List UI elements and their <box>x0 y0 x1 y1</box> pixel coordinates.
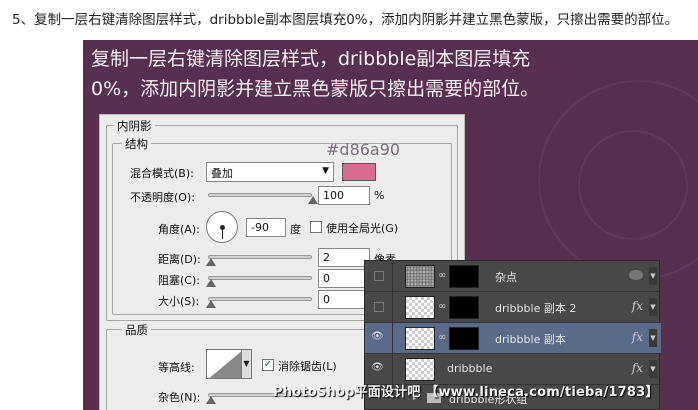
layer-mask-thumbnail[interactable] <box>449 296 479 319</box>
contour-dropdown-button[interactable]: ▼ <box>242 349 252 379</box>
chevron-down-icon: ▼ <box>243 359 250 368</box>
layer-thumbnail[interactable] <box>405 327 435 350</box>
angle-dial-center <box>220 225 225 230</box>
layer-name: dribbble 副本 2 <box>495 302 577 315</box>
size-slider-thumb[interactable] <box>206 300 216 308</box>
step-heading: 5、复制一层右键清除图层样式，dribbble副本图层填充0%，添加内阴影并建立… <box>12 12 679 28</box>
size-input[interactable]: 0 <box>318 290 370 309</box>
layer-row[interactable]: ∞ dribbble 副本 2 fx ▼ <box>365 292 661 323</box>
global-light-checkbox[interactable] <box>310 221 322 233</box>
blend-if-icon[interactable] <box>629 270 643 280</box>
shadow-color-swatch[interactable] <box>342 163 376 181</box>
canvas-area: 复制一层右键清除图层样式，dribbble副本图层填充0%，添加内阴影并建立黑色… <box>83 40 698 410</box>
antialias-label: 消除锯齿(L) <box>278 360 337 373</box>
opacity-input[interactable]: 100 <box>318 186 370 205</box>
contour-label: 等高线: <box>158 361 195 374</box>
global-light-label: 使用全局光(G) <box>326 222 399 235</box>
choke-label: 阻塞(C): <box>158 274 200 287</box>
opacity-unit: % <box>374 189 385 202</box>
layer-name: dribbble <box>447 362 493 375</box>
noise-label: 杂色(N): <box>158 391 201 404</box>
eye-icon: 👁 <box>371 331 384 342</box>
hidden-visibility-box <box>374 302 384 312</box>
layer-name: 杂点 <box>495 271 517 284</box>
distance-slider-thumb[interactable] <box>206 258 216 266</box>
mask-link-icon[interactable]: ∞ <box>438 332 446 343</box>
choke-slider-thumb[interactable] <box>206 279 216 287</box>
mask-link-icon[interactable]: ∞ <box>438 270 446 281</box>
visibility-toggle[interactable] <box>365 261 393 292</box>
opacity-label: 不透明度(O): <box>130 191 195 204</box>
angle-input[interactable]: -90 <box>246 218 286 237</box>
layer-effects-icon[interactable]: fx <box>632 299 643 313</box>
canvas-caption: 复制一层右键清除图层样式，dribbble副本图层填充0%，添加内阴影并建立黑色… <box>91 48 540 100</box>
layer-effects-icon[interactable]: fx <box>632 330 643 344</box>
angle-dial[interactable] <box>206 211 238 243</box>
chevron-down-icon[interactable]: ▼ <box>649 329 657 347</box>
decorative-ring <box>578 130 688 240</box>
distance-slider-track[interactable] <box>206 255 312 266</box>
blend-mode-value: 叠加 <box>211 167 233 180</box>
contour-curve-icon <box>209 351 241 378</box>
blend-mode-label: 混合模式(B): <box>130 167 194 180</box>
size-slider-track[interactable] <box>206 297 312 308</box>
size-label: 大小(S): <box>158 295 200 308</box>
opacity-slider-track[interactable] <box>208 193 318 204</box>
angle-label: 角度(A): <box>158 223 200 236</box>
layer-mask-thumbnail[interactable] <box>449 265 479 288</box>
choke-input[interactable]: 0 <box>318 269 370 288</box>
layer-effects-icon[interactable]: fx <box>632 361 643 375</box>
angle-unit: 度 <box>290 223 301 236</box>
blend-mode-select[interactable]: 叠加 ▼ <box>206 162 334 182</box>
quality-title: 品质 <box>122 322 151 338</box>
inner-shadow-title: 内阴影 <box>114 118 155 134</box>
visibility-toggle[interactable]: 👁 <box>365 323 393 354</box>
color-hex-label: #d86a90 <box>326 140 401 159</box>
watermark-text: PhotoShop平面设计吧 【www.lineca.com/tieba/178… <box>273 385 659 400</box>
opacity-slider-thumb[interactable] <box>308 196 318 204</box>
antialias-checkbox[interactable]: ✓ <box>262 359 274 371</box>
mask-link-icon[interactable]: ∞ <box>438 301 446 312</box>
eye-icon: 👁 <box>371 362 384 373</box>
structure-title: 结构 <box>122 136 151 152</box>
layer-row[interactable]: ∞ 杂点 ▼ <box>365 261 661 292</box>
chevron-down-icon[interactable]: ▼ <box>649 360 657 378</box>
layer-name: dribbble 副本 <box>495 333 566 346</box>
distance-label: 距离(D): <box>158 253 201 266</box>
visibility-toggle[interactable] <box>365 292 393 323</box>
chevron-down-icon[interactable]: ▼ <box>649 298 657 316</box>
noise-slider-thumb[interactable] <box>206 396 216 404</box>
layer-thumbnail[interactable] <box>405 265 435 288</box>
layer-mask-thumbnail[interactable] <box>449 327 479 350</box>
layer-row[interactable]: 👁 ∞ dribbble 副本 fx ▼ <box>365 323 661 354</box>
chevron-down-icon: ▼ <box>322 166 329 176</box>
distance-input[interactable]: 2 <box>318 248 370 267</box>
layer-thumbnail[interactable] <box>405 296 435 319</box>
hidden-visibility-box <box>374 271 384 281</box>
choke-slider-track[interactable] <box>206 276 312 287</box>
chevron-down-icon[interactable]: ▼ <box>649 267 657 285</box>
contour-picker[interactable] <box>206 349 242 379</box>
layer-thumbnail[interactable] <box>405 358 435 381</box>
